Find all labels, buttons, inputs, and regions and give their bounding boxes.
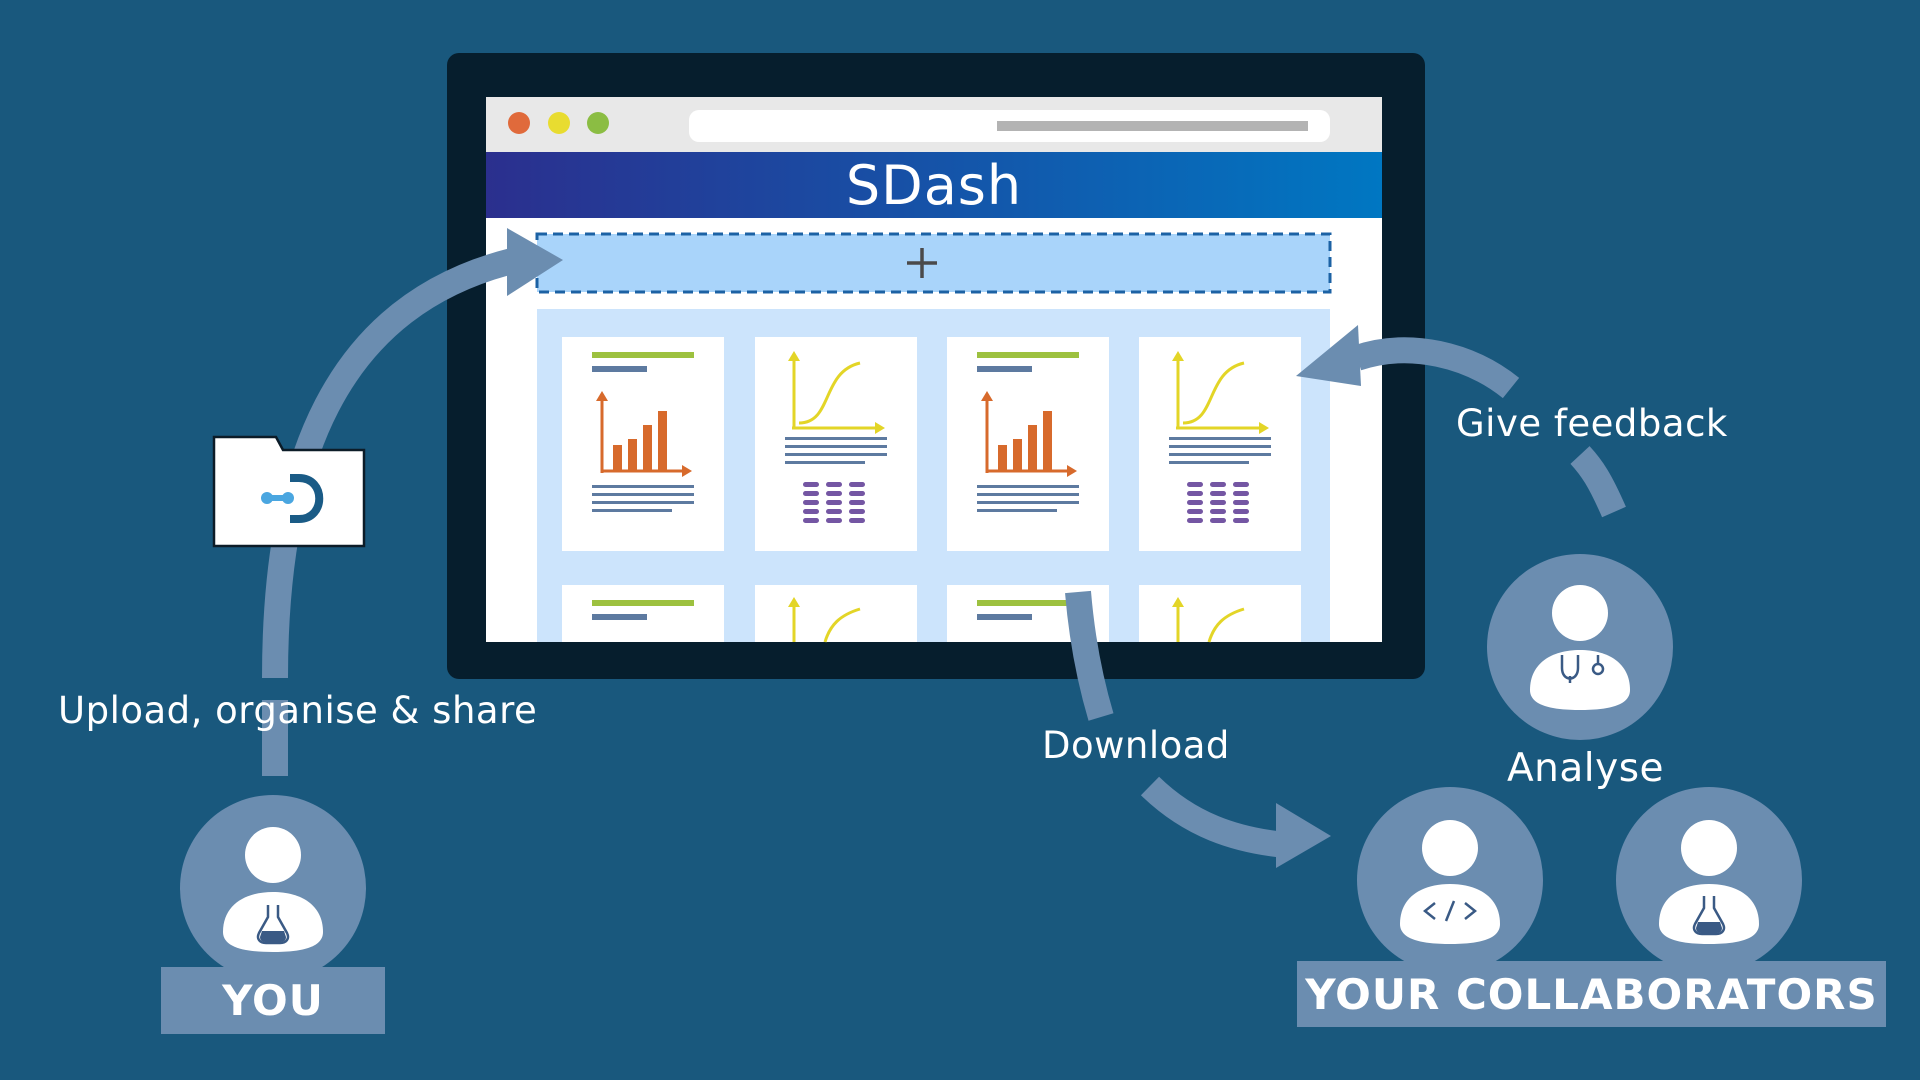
maximize-dot[interactable] bbox=[587, 112, 609, 134]
diagram-canvas: SDash Upload, organise & share Give feed… bbox=[0, 0, 1920, 1080]
collaborators-label: YOUR COLLABORATORS bbox=[1297, 961, 1886, 1027]
report-card-bar-2[interactable] bbox=[947, 337, 1109, 551]
clinician-avatar bbox=[1487, 554, 1673, 740]
report-card-curve-2[interactable] bbox=[1139, 337, 1301, 551]
you-label: YOU bbox=[161, 967, 385, 1034]
monitor bbox=[447, 53, 1425, 679]
developer-avatar bbox=[1357, 787, 1543, 973]
folder-icon bbox=[212, 435, 366, 548]
report-card-curve-4[interactable] bbox=[1139, 585, 1301, 643]
close-dot[interactable] bbox=[508, 112, 530, 134]
feedback-label: Give feedback bbox=[1456, 402, 1728, 445]
report-card-bar-1[interactable] bbox=[562, 337, 724, 551]
download-label: Download bbox=[1042, 724, 1230, 767]
report-card-curve-3[interactable] bbox=[755, 585, 917, 643]
you-avatar bbox=[180, 795, 366, 981]
report-card-bar-3[interactable] bbox=[562, 585, 724, 642]
report-card-curve-1[interactable] bbox=[755, 337, 917, 551]
scientist-avatar bbox=[1616, 787, 1802, 973]
upload-label: Upload, organise & share bbox=[58, 689, 538, 732]
address-bar-text bbox=[997, 121, 1308, 131]
app-title: SDash bbox=[845, 153, 1023, 217]
analyse-label: Analyse bbox=[1507, 746, 1665, 791]
minimize-dot[interactable] bbox=[548, 112, 570, 134]
